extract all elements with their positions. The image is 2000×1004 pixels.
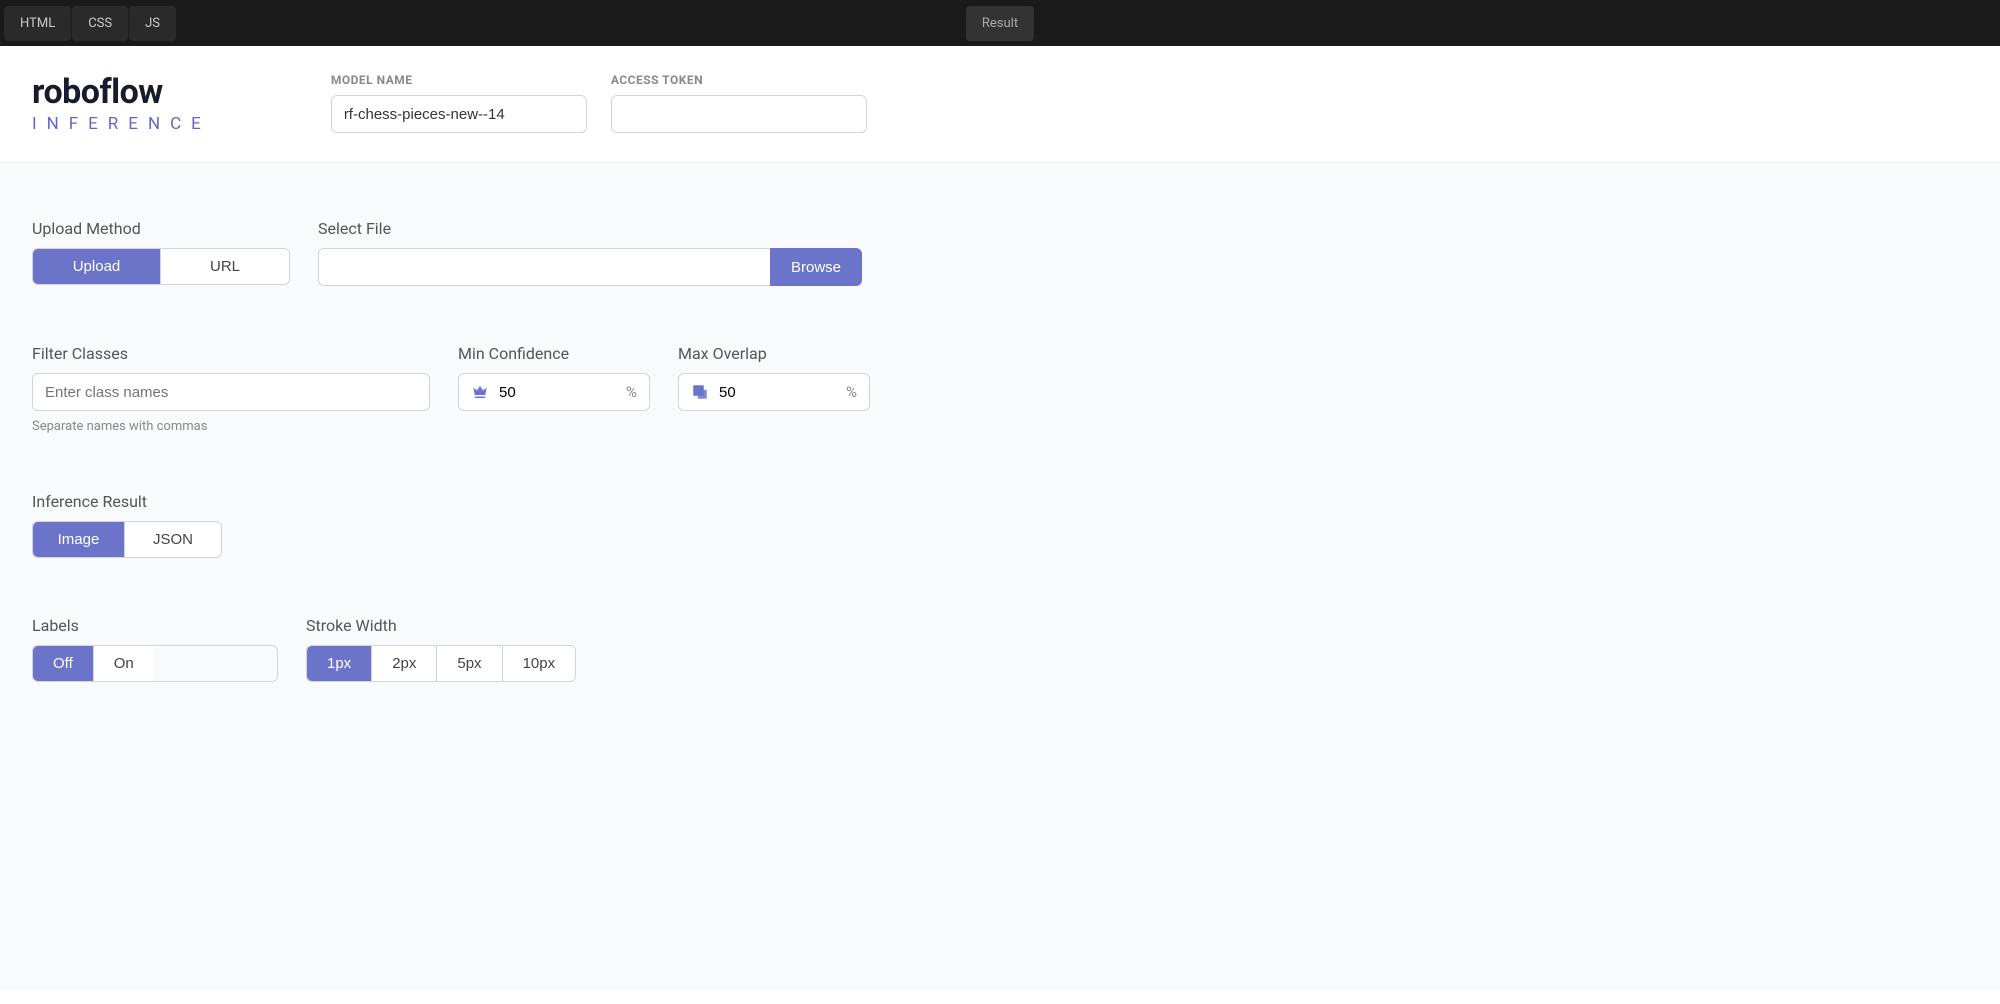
header-strip: roboflow INFERENCE MODEL NAME ACCESS TOK… xyxy=(0,46,2000,163)
min-confidence-input[interactable] xyxy=(499,384,626,401)
min-confidence-group: % xyxy=(458,373,650,411)
max-overlap-group: % xyxy=(678,373,870,411)
filter-classes-col: Filter Classes Separate names with comma… xyxy=(32,344,430,434)
max-overlap-input[interactable] xyxy=(719,384,846,401)
labels-label: Labels xyxy=(32,616,278,635)
upload-method-upload-button[interactable]: Upload xyxy=(33,249,161,284)
upload-method-group: Upload URL xyxy=(32,248,290,285)
editor-topbar: HTML CSS JS Result xyxy=(0,0,2000,46)
stroke-width-label: Stroke Width xyxy=(306,616,576,635)
max-overlap-col: Max Overlap % xyxy=(678,344,870,434)
select-file-col: Select File Browse xyxy=(318,219,862,286)
inference-image-button[interactable]: Image xyxy=(33,522,125,557)
overlap-icon xyxy=(691,383,709,401)
logo-sub-text: INFERENCE xyxy=(32,114,211,134)
inference-result-col: Inference Result Image JSON xyxy=(32,492,222,558)
max-overlap-label: Max Overlap xyxy=(678,344,870,363)
select-file-label: Select File xyxy=(318,219,862,238)
filter-classes-label: Filter Classes xyxy=(32,344,430,363)
code-tabs: HTML CSS JS xyxy=(4,6,176,41)
stroke-1px-button[interactable]: 1px xyxy=(307,646,372,681)
browse-button[interactable]: Browse xyxy=(770,248,862,286)
labels-stroke-row: Labels Off On Stroke Width 1px 2px 5px 1… xyxy=(32,616,1968,682)
max-overlap-suffix: % xyxy=(846,383,857,401)
model-name-input[interactable] xyxy=(331,95,587,133)
tab-html[interactable]: HTML xyxy=(4,6,71,41)
stroke-5px-button[interactable]: 5px xyxy=(437,646,502,681)
logo-main-text: roboflow xyxy=(32,72,211,112)
labels-on-button[interactable]: On xyxy=(94,646,154,681)
logo: roboflow INFERENCE xyxy=(32,72,211,134)
file-path-input[interactable] xyxy=(318,248,770,286)
result-tab-wrap: Result xyxy=(966,6,1034,41)
access-token-label: ACCESS TOKEN xyxy=(611,73,867,87)
tab-result[interactable]: Result xyxy=(966,6,1034,41)
filter-row: Filter Classes Separate names with comma… xyxy=(32,344,1968,434)
min-confidence-suffix: % xyxy=(626,383,637,401)
inference-result-label: Inference Result xyxy=(32,492,222,511)
file-row: Browse xyxy=(318,248,862,286)
upload-method-url-button[interactable]: URL xyxy=(161,249,289,284)
crown-icon xyxy=(471,383,489,401)
min-confidence-label: Min Confidence xyxy=(458,344,650,363)
inference-result-group: Image JSON xyxy=(32,521,222,558)
model-name-label: MODEL NAME xyxy=(331,73,587,87)
upload-row: Upload Method Upload URL Select File Bro… xyxy=(32,219,1968,286)
stroke-width-col: Stroke Width 1px 2px 5px 10px xyxy=(306,616,576,682)
filter-classes-input[interactable] xyxy=(32,373,430,411)
inference-row: Inference Result Image JSON xyxy=(32,492,1968,558)
stroke-10px-button[interactable]: 10px xyxy=(503,646,576,681)
upload-method-col: Upload Method Upload URL xyxy=(32,219,290,286)
labels-off-button[interactable]: Off xyxy=(33,646,94,681)
upload-method-label: Upload Method xyxy=(32,219,290,238)
inference-json-button[interactable]: JSON xyxy=(125,522,221,557)
tab-js[interactable]: JS xyxy=(129,6,176,41)
filter-classes-helper: Separate names with commas xyxy=(32,419,430,434)
tab-css[interactable]: CSS xyxy=(72,6,128,41)
access-token-input[interactable] xyxy=(611,95,867,133)
header-fields: MODEL NAME ACCESS TOKEN xyxy=(331,73,867,133)
stroke-2px-button[interactable]: 2px xyxy=(372,646,437,681)
access-token-field: ACCESS TOKEN xyxy=(611,73,867,133)
model-name-field: MODEL NAME xyxy=(331,73,587,133)
min-confidence-col: Min Confidence % xyxy=(458,344,650,434)
labels-col: Labels Off On xyxy=(32,616,278,682)
main-area: Upload Method Upload URL Select File Bro… xyxy=(0,163,2000,991)
stroke-width-group: 1px 2px 5px 10px xyxy=(306,645,576,682)
labels-group: Off On xyxy=(32,645,278,682)
